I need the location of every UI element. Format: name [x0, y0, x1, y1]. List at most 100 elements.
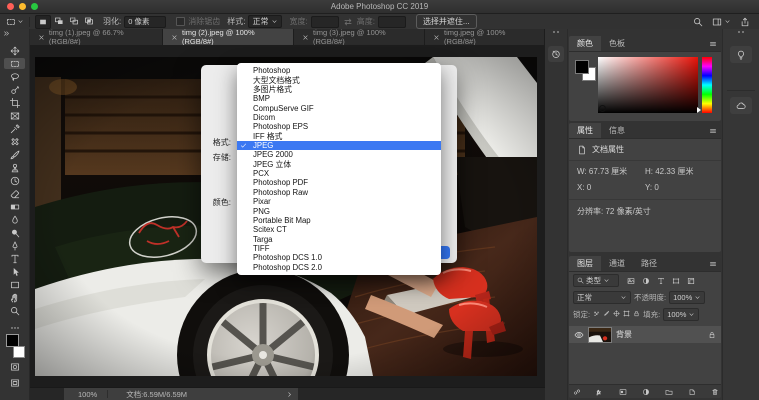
tab-color-颜色[interactable]: 颜色: [569, 36, 601, 51]
smart-object-filter-button[interactable]: [684, 275, 697, 287]
screen-mode-button[interactable]: [0, 378, 29, 388]
close-icon[interactable]: [171, 34, 178, 41]
gradient-tool[interactable]: [4, 201, 25, 212]
type-layer-filter-button[interactable]: [654, 275, 667, 287]
lock-position-button[interactable]: [613, 310, 620, 319]
panel-menu-icon[interactable]: [709, 260, 721, 268]
intersect-selection-button[interactable]: [82, 15, 96, 27]
document-tab[interactable]: timg.jpeg @ 100%(RGB/8#): [425, 29, 545, 45]
pen-tool[interactable]: [4, 240, 25, 251]
lock-artboard-button[interactable]: [623, 310, 630, 319]
close-icon[interactable]: [38, 34, 45, 41]
new-layer-button[interactable]: [685, 386, 698, 398]
tab-properties-信息[interactable]: 信息: [601, 123, 633, 138]
format-menu-item[interactable]: TIFF: [237, 244, 441, 253]
hue-slider[interactable]: [702, 57, 712, 113]
opacity-field[interactable]: 100%: [669, 291, 705, 304]
spot-healing-brush-tool[interactable]: [4, 136, 25, 147]
format-menu-item[interactable]: PCX: [237, 169, 441, 178]
clone-stamp-tool[interactable]: [4, 162, 25, 173]
delete-layer-button[interactable]: [708, 386, 721, 398]
close-icon[interactable]: [433, 34, 440, 41]
format-menu-item[interactable]: Pixar: [237, 197, 441, 206]
tab-layers-路径[interactable]: 路径: [633, 256, 665, 271]
link-layers-button[interactable]: [571, 386, 584, 398]
background-color-swatch[interactable]: [13, 346, 25, 358]
tab-color-色板[interactable]: 色板: [601, 36, 633, 51]
format-menu-item[interactable]: Photoshop Raw: [237, 188, 441, 197]
brush-tool[interactable]: [4, 149, 25, 160]
width-input[interactable]: [311, 16, 339, 28]
select-and-mask-button[interactable]: 选择并遮住...: [416, 14, 477, 29]
antialias-checkbox[interactable]: [176, 17, 185, 26]
height-input[interactable]: [378, 16, 406, 28]
format-menu-item[interactable]: Dicom: [237, 113, 441, 122]
libraries-panel-button[interactable]: [730, 97, 752, 114]
tab-layers-图层[interactable]: 图层: [569, 256, 601, 271]
rectangle-tool[interactable]: [4, 279, 25, 290]
foreground-color-swatch[interactable]: [575, 60, 589, 74]
status-options-chevron-icon[interactable]: [286, 391, 298, 398]
rectangular-marquee-tool[interactable]: [4, 58, 25, 69]
layer-row-background[interactable]: 背景: [569, 326, 721, 343]
color-cursor[interactable]: [599, 105, 606, 112]
layer-mask-button[interactable]: [617, 386, 630, 398]
tab-properties-属性[interactable]: 属性: [569, 123, 601, 138]
eraser-tool[interactable]: [4, 188, 25, 199]
hand-tool[interactable]: [4, 292, 25, 303]
swap-dimensions-icon[interactable]: [343, 17, 353, 27]
path-selection-tool[interactable]: [4, 266, 25, 277]
format-menu-item[interactable]: JPEG: [237, 141, 441, 150]
shape-layer-filter-button[interactable]: [669, 275, 682, 287]
learn-panel-button[interactable]: [730, 46, 752, 63]
frame-tool[interactable]: [4, 110, 25, 121]
collapse-tools-icon[interactable]: [3, 30, 10, 37]
zoom-tool[interactable]: [4, 305, 25, 316]
format-menu-item[interactable]: JPEG 立体: [237, 160, 441, 169]
format-menu-item[interactable]: Portable Bit Map: [237, 216, 441, 225]
edit-toolbar-button[interactable]: [0, 323, 29, 333]
style-select[interactable]: 正常: [248, 15, 282, 28]
share-icon[interactable]: [740, 17, 750, 27]
type-tool[interactable]: [4, 253, 25, 264]
zoom-level-field[interactable]: 100%: [64, 390, 107, 399]
blend-mode-select[interactable]: 正常: [573, 291, 631, 304]
adjustment-layer-filter-button[interactable]: [639, 275, 652, 287]
eye-icon[interactable]: [574, 330, 584, 340]
layer-filter-select[interactable]: 类型: [573, 274, 619, 287]
quick-mask-button[interactable]: [0, 362, 29, 372]
format-menu-item[interactable]: IFF 格式: [237, 132, 441, 141]
adjustment-layer-button[interactable]: [640, 386, 653, 398]
format-menu-item[interactable]: Photoshop DCS 2.0: [237, 263, 441, 272]
antialias-checkbox-wrap[interactable]: 消除锯齿: [176, 16, 220, 27]
history-brush-tool[interactable]: [4, 175, 25, 186]
dodge-tool[interactable]: [4, 227, 25, 238]
new-selection-button[interactable]: [35, 15, 51, 29]
layer-effects-button[interactable]: fx: [594, 386, 607, 398]
feather-input[interactable]: [124, 16, 166, 28]
format-menu-item[interactable]: Photoshop PDF: [237, 178, 441, 187]
pixel-layer-filter-button[interactable]: [624, 275, 637, 287]
history-panel-button[interactable]: [548, 46, 564, 62]
panel-menu-icon[interactable]: [709, 40, 721, 48]
format-menu-item[interactable]: CompuServe GIF: [237, 103, 441, 112]
lock-all-button[interactable]: [633, 310, 640, 319]
lock-transparent-button[interactable]: [593, 310, 600, 319]
format-menu-item[interactable]: 多图片格式: [237, 85, 441, 94]
saturation-brightness-field[interactable]: [598, 57, 698, 113]
tab-layers-通道[interactable]: 通道: [601, 256, 633, 271]
quick-selection-tool[interactable]: [4, 84, 25, 95]
color-swatches[interactable]: [6, 334, 25, 358]
workspace-switcher[interactable]: [712, 17, 731, 27]
move-tool[interactable]: [4, 45, 25, 56]
crop-tool[interactable]: [4, 97, 25, 108]
document-tab[interactable]: timg (3).jpeg @ 100%(RGB/8#): [294, 29, 425, 45]
tool-preset-picker[interactable]: [6, 17, 24, 27]
search-icon[interactable]: [693, 17, 703, 27]
format-menu-item[interactable]: PNG: [237, 206, 441, 215]
format-menu-item[interactable]: BMP: [237, 94, 441, 103]
fill-field[interactable]: 100%: [663, 308, 699, 321]
layer-group-button[interactable]: [662, 386, 675, 398]
lock-pixels-button[interactable]: [603, 310, 610, 319]
format-menu-item[interactable]: Photoshop DCS 1.0: [237, 253, 441, 262]
